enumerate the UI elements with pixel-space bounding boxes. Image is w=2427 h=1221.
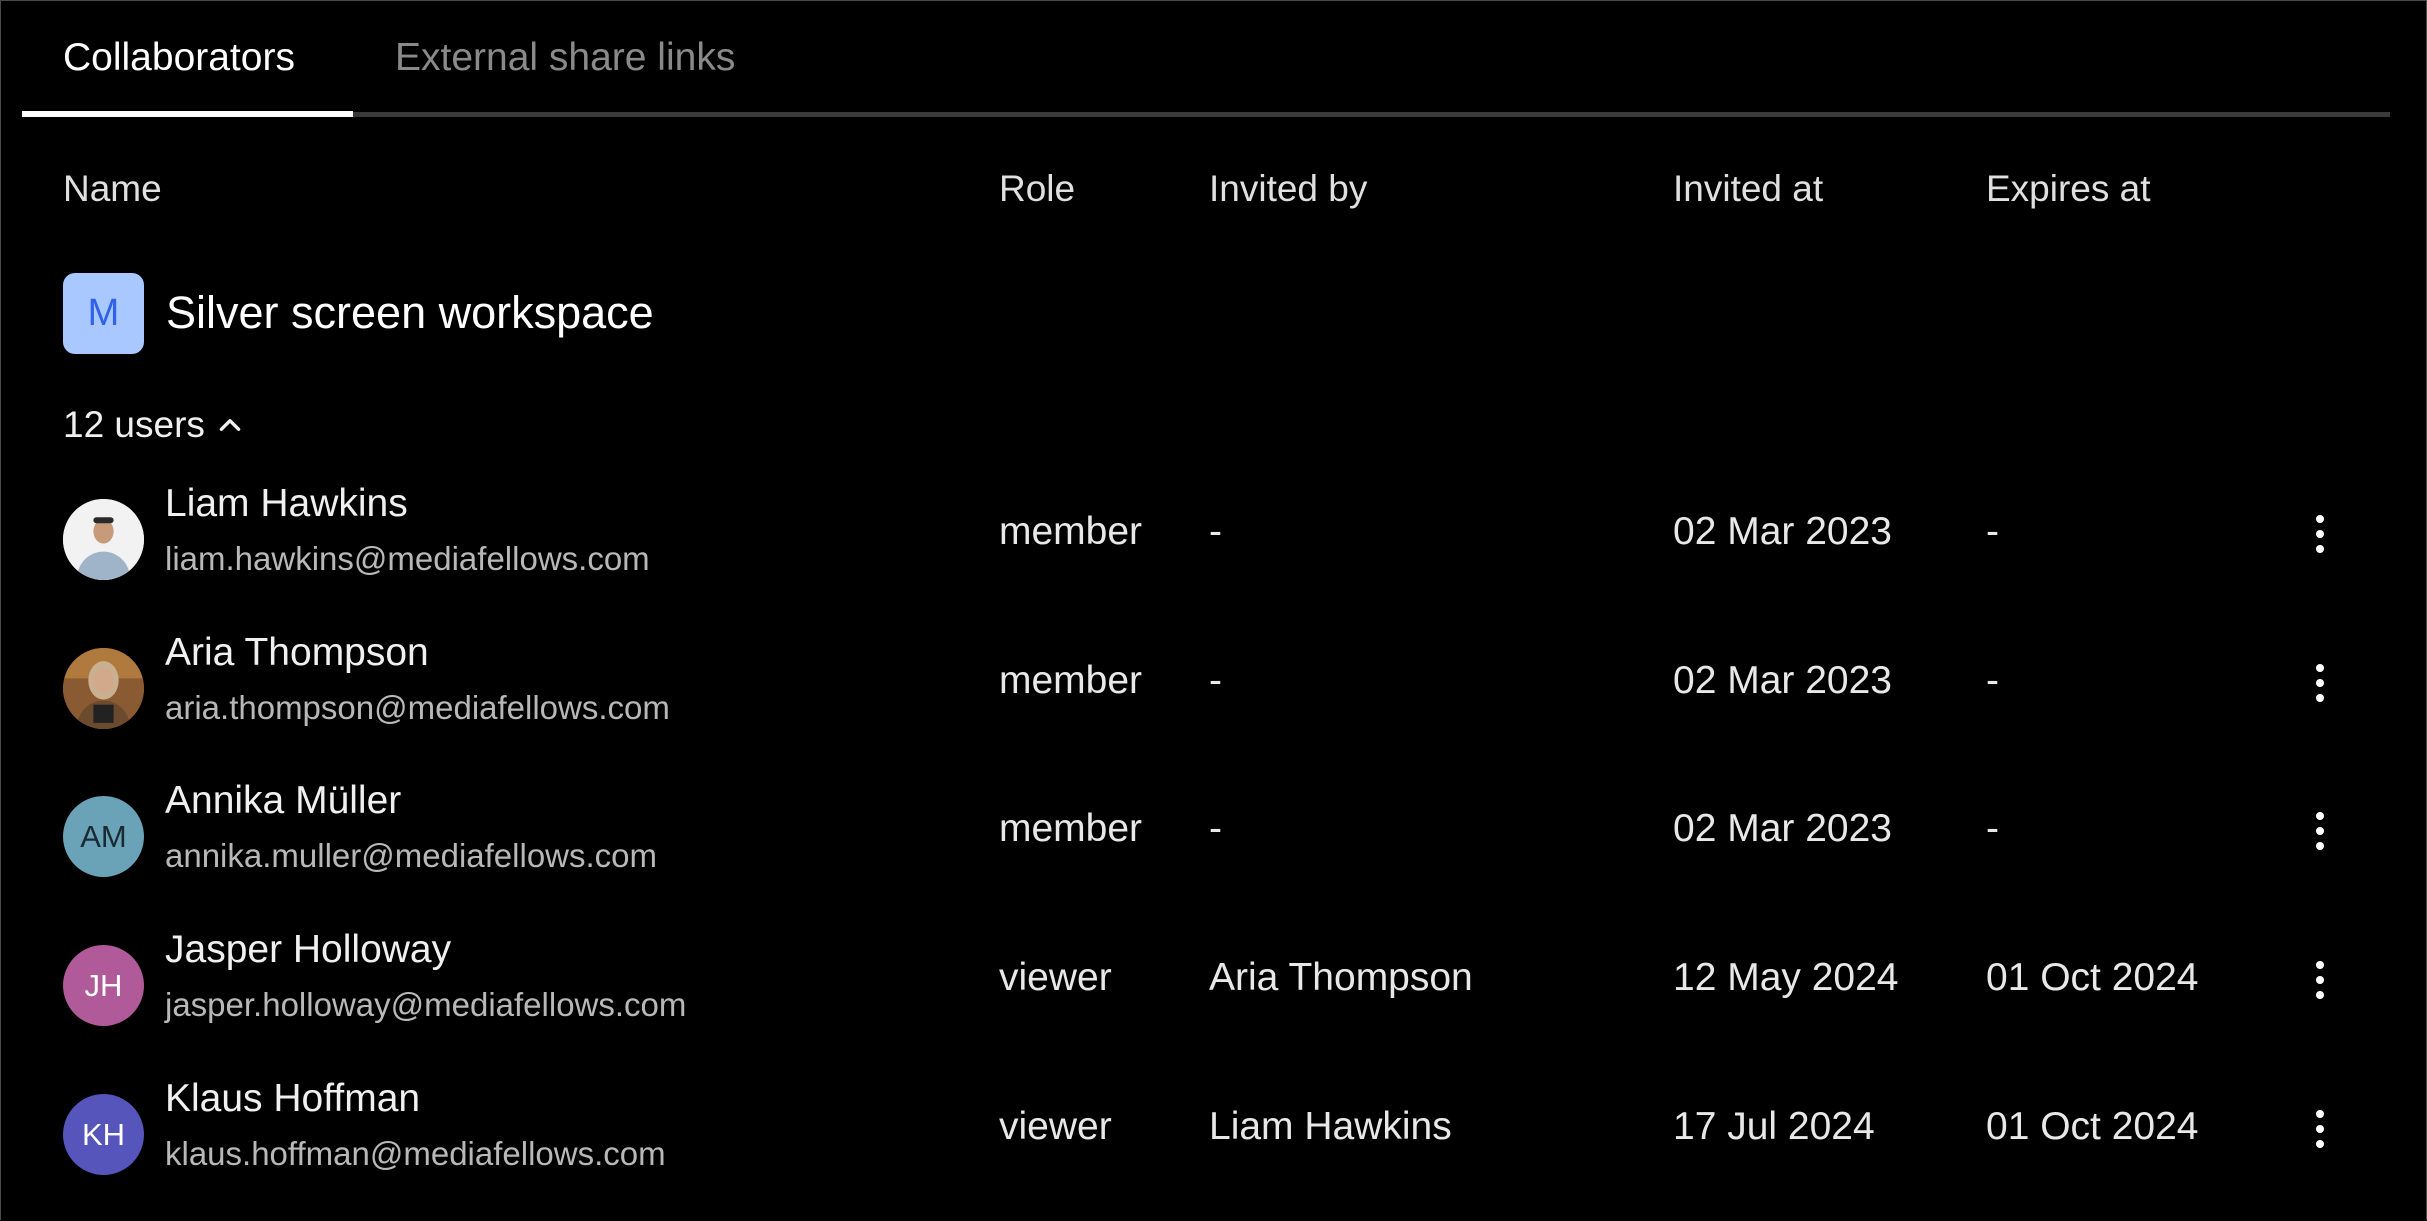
user-role: member: [999, 659, 1143, 702]
user-name: Annika Müller: [165, 779, 402, 822]
user-email: klaus.hoffman@mediafellows.com: [165, 1135, 666, 1172]
user-expires-at: -: [1986, 659, 1999, 702]
user-email: liam.hawkins@mediafellows.com: [165, 540, 650, 577]
user-email: aria.thompson@mediafellows.com: [165, 689, 670, 726]
user-invited-at: 02 Mar 2023: [1673, 659, 1892, 702]
column-header-expires-at[interactable]: Expires at: [1986, 168, 2151, 210]
workspace-avatar: M: [63, 272, 144, 354]
table-row: Liam Hawkins liam.hawkins@mediafellows.c…: [0, 480, 2427, 600]
user-invited-at: 12 May 2024: [1673, 956, 1899, 999]
table-row: KH Klaus Hoffman klaus.hoffman@mediafell…: [0, 1075, 2427, 1195]
user-invited-by: Liam Hawkins: [1209, 1105, 1452, 1148]
user-expires-at: -: [1986, 510, 1999, 553]
user-name: Klaus Hoffman: [165, 1077, 421, 1120]
user-role: member: [999, 807, 1143, 850]
column-header-invited-at[interactable]: Invited at: [1673, 168, 1823, 210]
user-invited-at: 02 Mar 2023: [1673, 807, 1892, 850]
user-expires-at: 01 Oct 2024: [1986, 956, 2199, 999]
chevron-up-icon: [219, 419, 241, 431]
users-count-toggle[interactable]: 12 users: [63, 404, 243, 446]
user-invited-by: -: [1209, 807, 1222, 850]
avatar-initials: KH: [63, 1094, 144, 1175]
tab-collaborators[interactable]: Collaborators: [63, 36, 295, 80]
user-invited-by: -: [1209, 659, 1222, 702]
user-email: annika.muller@mediafellows.com: [165, 837, 658, 874]
workspace-title: Silver screen workspace: [166, 287, 654, 338]
more-vertical-icon[interactable]: [2302, 1099, 2338, 1159]
user-invited-at: 17 Jul 2024: [1673, 1105, 1875, 1148]
tab-bar: Collaborators External share links: [22, 0, 2390, 118]
avatar-initials: JH: [63, 945, 144, 1026]
user-photo-icon: [63, 499, 144, 580]
tab-external-share-links[interactable]: External share links: [395, 36, 735, 80]
users-count-label: 12 users: [63, 404, 205, 445]
user-expires-at: 01 Oct 2024: [1986, 1105, 2199, 1148]
user-role: viewer: [999, 956, 1112, 999]
user-role: member: [999, 510, 1143, 553]
user-name: Aria Thompson: [165, 631, 429, 674]
workspace-group: M Silver screen workspace: [63, 272, 654, 354]
avatar-photo: [63, 499, 144, 580]
column-header-name[interactable]: Name: [63, 168, 162, 210]
user-role: viewer: [999, 1105, 1112, 1148]
user-invited-by: -: [1209, 510, 1222, 553]
user-invited-at: 02 Mar 2023: [1673, 510, 1892, 553]
table-row: AM Annika Müller annika.muller@mediafell…: [0, 777, 2427, 897]
avatar-initials: AM: [63, 796, 144, 877]
table-row: Aria Thompson aria.thompson@mediafellows…: [0, 629, 2427, 749]
user-email: jasper.holloway@mediafellows.com: [165, 986, 687, 1023]
table-row: JH Jasper Holloway jasper.holloway@media…: [0, 926, 2427, 1046]
avatar-photo: [63, 648, 144, 729]
tab-divider: [22, 112, 2390, 117]
more-vertical-icon[interactable]: [2302, 801, 2338, 861]
user-photo-icon: [63, 648, 144, 729]
active-tab-indicator: [22, 111, 353, 117]
user-invited-by: Aria Thompson: [1209, 956, 1473, 999]
user-expires-at: -: [1986, 807, 1999, 850]
column-header-role[interactable]: Role: [999, 168, 1075, 210]
more-vertical-icon[interactable]: [2302, 653, 2338, 713]
more-vertical-icon[interactable]: [2302, 950, 2338, 1010]
column-header-invited-by[interactable]: Invited by: [1209, 168, 1367, 210]
user-name: Liam Hawkins: [165, 482, 408, 525]
user-name: Jasper Holloway: [165, 928, 452, 971]
more-vertical-icon[interactable]: [2302, 504, 2338, 564]
